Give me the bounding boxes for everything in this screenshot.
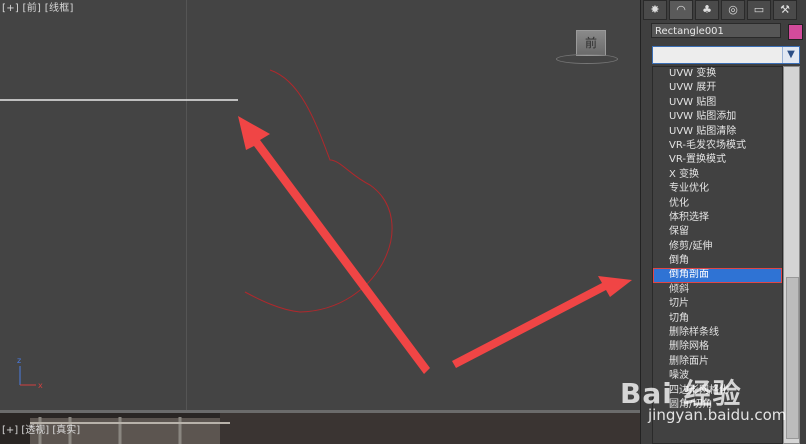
axis-x-label: x (38, 381, 43, 390)
modifier-list-item[interactable]: 倾斜 (653, 283, 782, 297)
object-color-swatch[interactable] (788, 24, 803, 40)
perspective-viewport-label[interactable]: [+] [透视] [真实] (2, 421, 80, 436)
modifier-list-item[interactable]: VR-毛发农场模式 (653, 139, 782, 153)
modify-tab-arc-icon[interactable]: ◠ (669, 0, 693, 20)
modifier-list-item[interactable]: UVW 贴图添加 (653, 110, 782, 124)
motion-tab-icon[interactable]: ◎ (721, 0, 745, 20)
viewport-shapes: z x (0, 69, 632, 390)
modifier-list-item[interactable]: VR-置换模式 (653, 153, 782, 167)
modifier-list-scrollbar[interactable] (783, 66, 800, 444)
scrollbar-thumb[interactable] (786, 277, 799, 439)
modifier-list-item[interactable]: UVW 展开 (653, 81, 782, 95)
axis-z-label: z (17, 356, 21, 365)
baidu-watermark-url: jingyan.baidu.com (648, 406, 787, 424)
modifier-list-item[interactable]: 体积选择 (653, 211, 782, 225)
modifier-list-item[interactable]: 删除网格 (653, 340, 782, 354)
display-tab-icon[interactable]: ▭ (747, 0, 771, 20)
perspective-viewport[interactable] (0, 413, 640, 444)
modifier-list-item[interactable]: X 变换 (653, 168, 782, 182)
chevron-down-icon[interactable]: ▼ (782, 47, 799, 63)
create-tab-sun-icon[interactable]: ✸ (643, 0, 667, 20)
arrow-up-left (238, 116, 430, 374)
hierarchy-tab-icon[interactable]: ♣ (695, 0, 719, 20)
modifier-list-item[interactable]: UVW 变换 (653, 67, 782, 81)
utilities-tab-hammer-icon[interactable]: ⚒ (773, 0, 797, 20)
modifier-list-item[interactable]: UVW 贴图 (653, 96, 782, 110)
modifier-list-item[interactable]: 切角 (653, 312, 782, 326)
modifier-list-item[interactable]: 修剪/延伸 (653, 240, 782, 254)
modifier-list-item[interactable]: 倒角 (653, 254, 782, 268)
modifier-list-dropdown[interactable]: ▼ (652, 46, 800, 64)
modifier-list-item[interactable]: 保留 (653, 225, 782, 239)
bevel-profile-curve (244, 69, 393, 313)
modifier-list-item[interactable]: 切片 (653, 297, 782, 311)
perspective-scene (0, 413, 640, 444)
modifier-list-item[interactable]: 删除样条线 (653, 326, 782, 340)
modifier-list-item[interactable]: 优化 (653, 197, 782, 211)
modifier-list-item[interactable]: 专业优化 (653, 182, 782, 196)
command-panel-tabs: ✸ ◠ ♣ ◎ ▭ ⚒ (643, 0, 806, 20)
modifier-list-item[interactable]: UVW 贴图清除 (653, 125, 782, 139)
modifier-list-item[interactable]: 倒角剖面 (653, 268, 782, 283)
object-name-field[interactable]: Rectangle001 (651, 23, 781, 38)
arrow-right (452, 276, 632, 368)
modifier-list-item[interactable]: 删除面片 (653, 355, 782, 369)
